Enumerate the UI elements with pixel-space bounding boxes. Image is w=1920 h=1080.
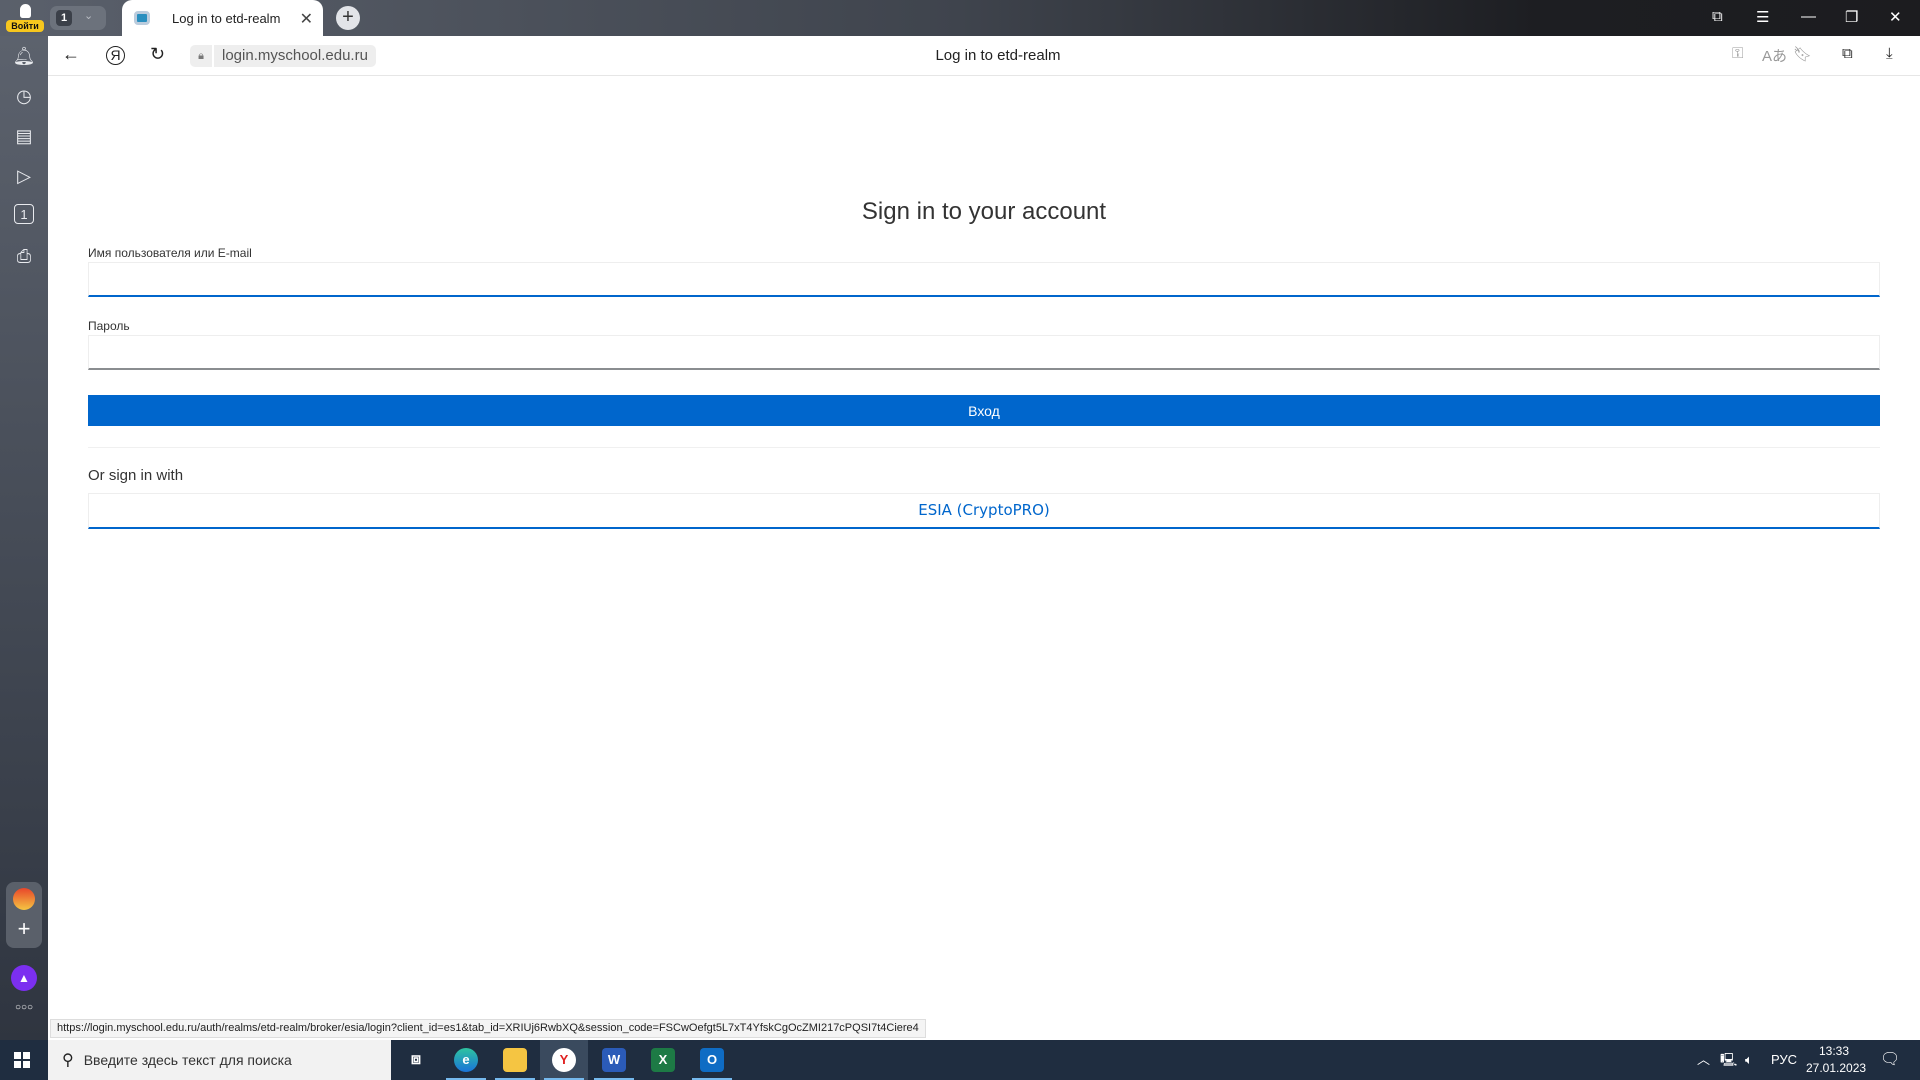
- close-tab-icon[interactable]: ✕: [300, 9, 313, 29]
- notifications-icon[interactable]: 🗨︎: [1880, 1040, 1900, 1080]
- download-icon[interactable]: ⤓: [1886, 45, 1893, 62]
- edge-icon: e: [454, 1048, 478, 1072]
- search-placeholder: Введите здесь текст для поиска: [83, 1052, 292, 1068]
- favicon-icon: [134, 11, 150, 25]
- search-icon: ⚲: [62, 1052, 74, 1069]
- browser-tab-bar: Войти 1 ⌄ Log in to etd-realm ✕ + ⧉ ☰ — …: [0, 0, 1920, 36]
- or-sign-in-label: Or sign in with: [88, 467, 184, 484]
- windows-start-icon[interactable]: [14, 1052, 30, 1068]
- clock-date: 27.01.2023: [1806, 1061, 1867, 1075]
- divider: [88, 447, 1880, 448]
- extensions-icon[interactable]: ⧉: [1842, 45, 1853, 62]
- folder-icon: [503, 1048, 527, 1072]
- word-app[interactable]: W: [590, 1040, 638, 1080]
- word-icon: W: [602, 1048, 626, 1072]
- taskbar: ⚲ Введите здесь текст для поиска ⧈ e Y W…: [0, 1040, 1920, 1080]
- url-field[interactable]: login.myschool.edu.ru: [214, 45, 376, 67]
- status-bar-url: https://login.myschool.edu.ru/auth/realm…: [50, 1019, 926, 1038]
- address-bar: ← Я ↻ 🔒︎ login.myschool.edu.ru Log in to…: [48, 36, 1920, 76]
- password-key-icon[interactable]: ⚿: [1732, 45, 1743, 62]
- explorer-app[interactable]: [491, 1040, 539, 1080]
- task-view-button[interactable]: ⧈: [392, 1040, 440, 1080]
- clock[interactable]: 13:33 27.01.2023: [1806, 1043, 1867, 1077]
- username-label: Имя пользователя или E-mail: [88, 246, 252, 260]
- history-clock-icon[interactable]: ◷: [12, 84, 36, 108]
- yandex-icon[interactable]: Я: [106, 46, 125, 65]
- esia-provider-button[interactable]: ESIA (CryptoPRO): [88, 493, 1880, 529]
- tab-active[interactable]: Log in to etd-realm ✕: [122, 0, 323, 36]
- password-label: Пароль: [88, 319, 130, 333]
- yandex-browser-app[interactable]: Y: [540, 1040, 588, 1080]
- login-form: Sign in to your account Имя пользователя…: [88, 190, 1880, 529]
- form-heading: Sign in to your account: [861, 198, 1107, 225]
- clock-time: 13:33: [1818, 1044, 1850, 1058]
- volume-icon[interactable]: 🔈︎: [1745, 1040, 1753, 1080]
- tray-chevron-up-icon[interactable]: ︿: [1697, 1040, 1710, 1080]
- minimize-icon[interactable]: —: [1801, 8, 1816, 25]
- add-app-icon[interactable]: +: [6, 916, 42, 942]
- back-icon[interactable]: ←: [62, 44, 80, 65]
- close-window-icon[interactable]: ✕: [1889, 8, 1902, 26]
- tab-title: Log in to etd-realm: [172, 10, 281, 26]
- reload-icon[interactable]: ↻: [150, 44, 165, 65]
- sidebar-apps-panel: +: [6, 882, 42, 948]
- more-icon[interactable]: ○○○: [0, 1002, 48, 1013]
- submit-button[interactable]: Вход: [88, 395, 1880, 426]
- screenshot-icon[interactable]: ⎙: [12, 244, 36, 268]
- login-badge: Войти: [6, 20, 44, 32]
- excel-icon: X: [651, 1048, 675, 1072]
- lock-icon[interactable]: 🔒︎: [190, 45, 212, 67]
- network-icon[interactable]: 🖳︎: [1720, 1040, 1737, 1080]
- outlook-icon: O: [700, 1048, 724, 1072]
- tab-count: 1: [56, 10, 72, 26]
- tab-group-button[interactable]: 1 ⌄: [50, 6, 106, 30]
- new-tab-button[interactable]: +: [336, 6, 360, 30]
- menu-icon[interactable]: ☰: [1756, 8, 1769, 26]
- alice-assistant-icon[interactable]: ▲: [11, 965, 37, 991]
- excel-app[interactable]: X: [639, 1040, 687, 1080]
- login-button[interactable]: Войти: [6, 4, 44, 32]
- task-view-icon: ⧈: [410, 1051, 422, 1068]
- yandex-browser-icon: Y: [552, 1048, 576, 1072]
- browser-sidebar: 🔔︎ ◷ ▤ ▷ 1 ⎙ + ▲ ○○○: [0, 36, 48, 1040]
- chevron-down-icon: ⌄: [84, 10, 94, 22]
- translate-icon[interactable]: Aあ: [1762, 45, 1787, 66]
- mail-app-icon[interactable]: [13, 888, 35, 910]
- collections-icon[interactable]: ▤: [12, 124, 36, 148]
- username-input[interactable]: [88, 262, 1880, 297]
- play-icon[interactable]: ▷: [12, 164, 36, 188]
- tab-number-icon[interactable]: 1: [14, 204, 34, 224]
- outlook-app[interactable]: O: [688, 1040, 736, 1080]
- password-input[interactable]: [88, 335, 1880, 370]
- bookmarks-panel-icon[interactable]: ⧉: [1712, 8, 1723, 25]
- bell-icon[interactable]: 🔔︎: [12, 44, 36, 68]
- user-icon: [20, 4, 31, 18]
- language-indicator[interactable]: РУС: [1771, 1040, 1797, 1080]
- edge-app[interactable]: e: [442, 1040, 490, 1080]
- restore-icon[interactable]: ❐: [1845, 8, 1858, 26]
- taskbar-search[interactable]: ⚲ Введите здесь текст для поиска: [48, 1040, 391, 1080]
- bookmark-icon[interactable]: 🔖︎: [1793, 45, 1812, 63]
